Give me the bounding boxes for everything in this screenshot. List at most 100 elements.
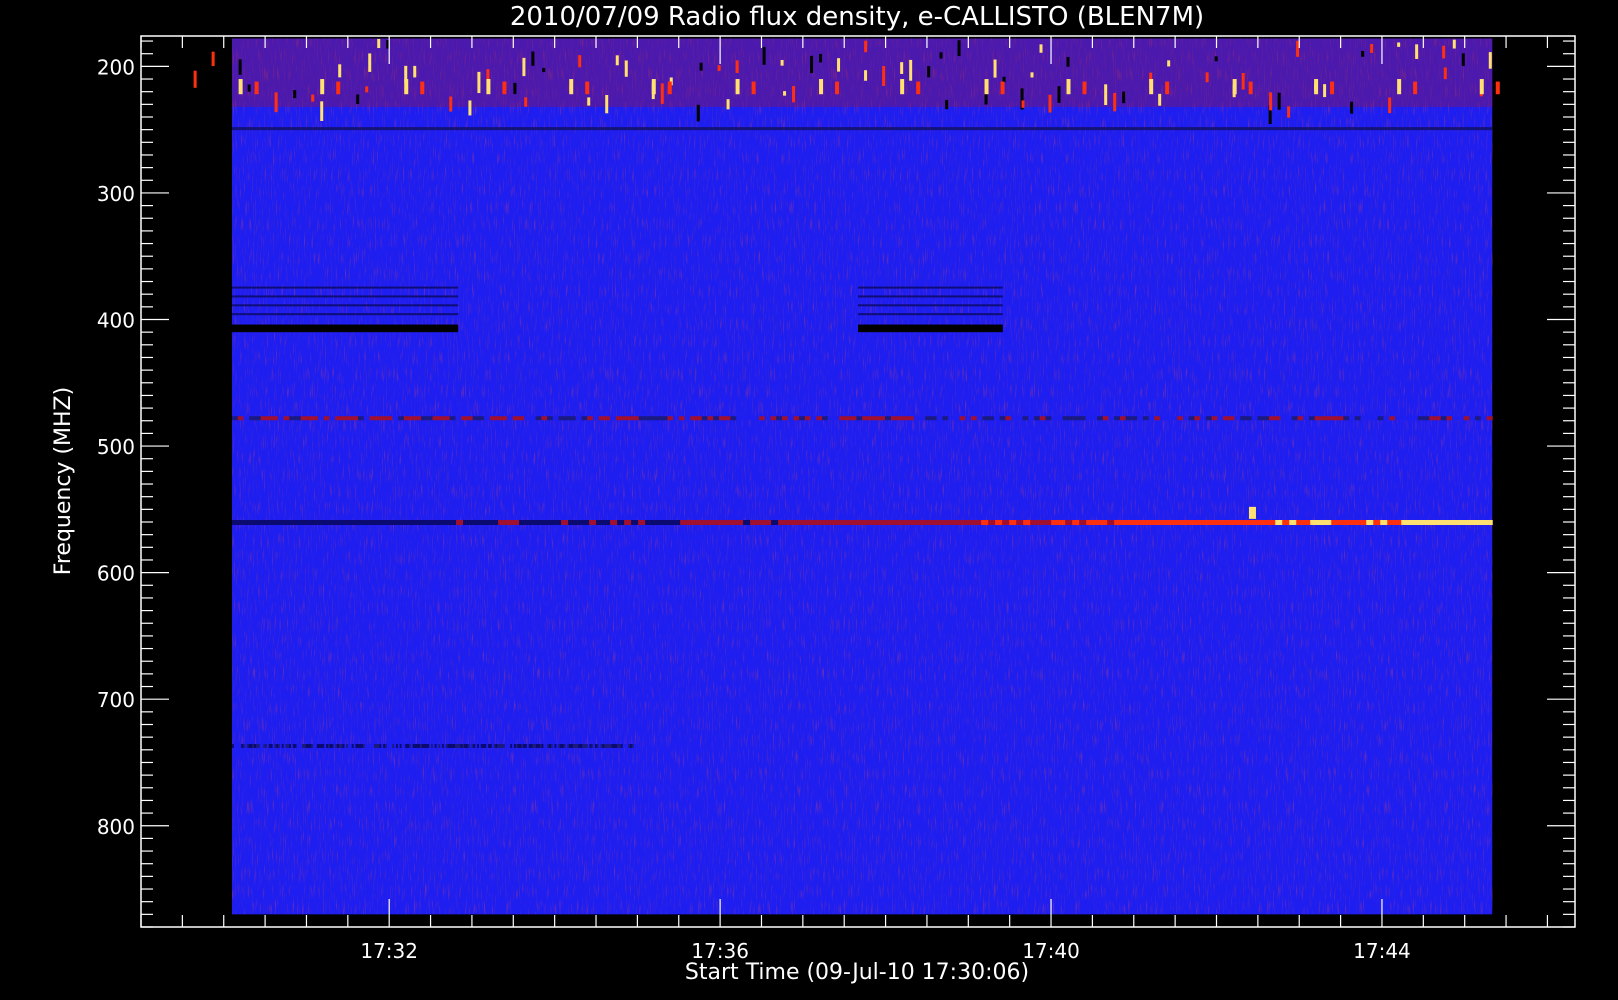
burst-under-line — [232, 127, 1493, 131]
line-segment — [398, 416, 405, 421]
line-segment — [495, 416, 502, 421]
line-segment — [1263, 416, 1270, 421]
line-segment — [598, 416, 605, 421]
y-tick-label: 800 — [97, 815, 135, 839]
line-segment — [792, 520, 800, 525]
line-segment — [1205, 416, 1213, 421]
line-segment — [1119, 416, 1127, 421]
line-segment — [1079, 520, 1087, 525]
line-segment — [1274, 416, 1281, 421]
line-segment — [785, 520, 793, 525]
burst-mark — [1122, 91, 1126, 104]
line-segment — [568, 520, 576, 525]
line-segment — [1303, 416, 1310, 421]
dark-band-ripple — [232, 295, 459, 298]
line-segment — [1480, 416, 1488, 421]
burst-mark — [624, 60, 628, 77]
line-segment — [902, 416, 909, 421]
line-segment — [363, 416, 370, 421]
burst-core — [1000, 81, 1005, 95]
line-segment — [1121, 520, 1129, 525]
line-segment — [274, 520, 282, 525]
line-segment — [942, 416, 949, 421]
line-segment — [1037, 520, 1045, 525]
burst-mark — [513, 82, 517, 95]
line-segment — [661, 416, 668, 421]
line-segment — [610, 520, 618, 525]
line-segment — [329, 416, 336, 421]
line-segment — [379, 520, 387, 525]
line-segment — [621, 416, 628, 421]
line-segment — [547, 520, 555, 525]
line-segment — [1009, 520, 1017, 525]
line-segment — [289, 416, 296, 421]
burst-mark — [605, 95, 609, 114]
burst-core — [984, 79, 989, 95]
line-segment — [879, 416, 886, 421]
burst-mark — [1442, 45, 1446, 59]
line-segment — [1434, 416, 1442, 421]
line-segment — [1086, 520, 1094, 525]
line-segment — [747, 416, 754, 421]
line-segment — [449, 520, 457, 525]
dark-band-ripple — [858, 313, 1003, 316]
line-segment — [1343, 416, 1350, 421]
line-segment — [1415, 520, 1423, 525]
line-segment — [1002, 520, 1010, 525]
line-segment — [1360, 416, 1367, 421]
burst-mark — [1104, 84, 1108, 106]
burst-core — [1082, 81, 1087, 95]
x-axis-label: Start Time (09-Jul-10 17:30:06) — [685, 960, 1029, 985]
line-segment — [1212, 520, 1220, 525]
burst-mark — [927, 66, 931, 78]
dark-band-ripple — [858, 304, 1003, 307]
burst-mark — [587, 97, 591, 106]
line-segment — [375, 416, 382, 421]
line-segment — [981, 520, 989, 525]
line-segment — [1366, 520, 1374, 525]
line-segment — [690, 416, 697, 421]
burst-mark — [1488, 52, 1492, 69]
x-tick-label: 17:44 — [1353, 939, 1411, 963]
line-segment — [295, 416, 302, 421]
line-segment — [666, 520, 674, 525]
line-segment — [834, 520, 842, 525]
line-segment — [1114, 416, 1121, 421]
line-segment — [764, 416, 771, 421]
line-segment — [1440, 416, 1447, 421]
line-segment — [1022, 416, 1029, 421]
y-tick-label: 300 — [97, 182, 135, 206]
line-segment — [1317, 520, 1325, 525]
line-segment — [463, 520, 471, 525]
line-segment — [533, 520, 541, 525]
line-segment — [1261, 520, 1269, 525]
line-segment — [260, 520, 268, 525]
line-segment — [344, 520, 352, 525]
burst-mark — [1415, 44, 1419, 59]
line-segment — [867, 416, 875, 421]
line-segment — [701, 416, 708, 421]
line-segment — [1286, 416, 1293, 421]
line-segment — [781, 416, 789, 421]
line-segment — [1423, 416, 1430, 421]
line-segment — [995, 520, 1003, 525]
burst-core — [1248, 81, 1253, 95]
burst-mark — [1323, 84, 1327, 98]
line-segment — [491, 520, 499, 525]
burst-mark — [524, 97, 528, 107]
line-segment — [1422, 520, 1430, 525]
burst-core — [320, 79, 325, 95]
line-segment — [776, 416, 783, 421]
line-segment — [1485, 520, 1493, 525]
line-segment — [400, 520, 408, 525]
line-segment — [862, 520, 870, 525]
line-segment — [1289, 520, 1297, 525]
line-segment — [414, 520, 422, 525]
line-segment — [1296, 520, 1304, 525]
line-segment — [1033, 416, 1041, 421]
line-segment — [316, 520, 324, 525]
line-segment — [1475, 416, 1482, 421]
burst-mark — [238, 59, 242, 75]
x-tick-label: 17:32 — [360, 939, 418, 963]
line-segment — [1128, 520, 1136, 525]
